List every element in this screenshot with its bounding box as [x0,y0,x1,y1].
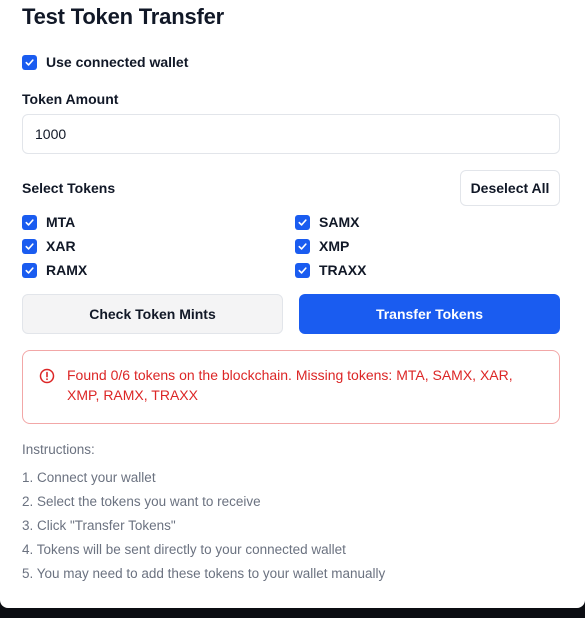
token-label: SAMX [319,214,360,230]
token-checkbox-mta[interactable]: MTA [22,214,75,230]
alert-circle-icon [39,368,55,384]
checkbox-checked-icon[interactable] [22,238,37,254]
token-label: TRAXX [319,262,367,278]
deselect-all-button[interactable]: Deselect All [460,170,560,206]
token-label: MTA [46,214,76,230]
use-connected-wallet-checkbox[interactable]: Use connected wallet [22,54,188,70]
use-connected-wallet-label: Use connected wallet [46,54,189,70]
instruction-step: 2. Select the tokens you want to receive [22,494,261,509]
token-label: XMP [319,238,350,254]
error-message: Found 0/6 tokens on the blockchain. Miss… [67,367,513,403]
token-checkbox-xmp[interactable]: XMP [295,238,349,254]
token-amount-input[interactable] [22,114,560,154]
instruction-step: 3. Click "Transfer Tokens" [22,518,176,533]
token-checkbox-xar[interactable]: XAR [22,238,76,254]
token-label: XAR [46,238,76,254]
instruction-step: 5. You may need to add these tokens to y… [22,566,386,581]
token-amount-label: Token Amount [22,91,119,107]
error-alert: Found 0/6 tokens on the blockchain. Miss… [22,350,560,424]
token-checkbox-ramx[interactable]: RAMX [22,262,87,278]
token-label: RAMX [46,262,88,278]
token-checkbox-samx[interactable]: SAMX [295,214,359,230]
checkbox-checked-icon[interactable] [295,238,310,254]
select-tokens-label: Select Tokens [22,180,116,196]
checkbox-checked-icon[interactable] [22,262,37,278]
instructions-heading: Instructions: [22,442,95,457]
checkbox-checked-icon[interactable] [22,54,37,70]
token-transfer-card: Test Token Transfer Use connected wallet… [0,0,585,608]
instruction-step: 4. Tokens will be sent directly to your … [22,542,346,557]
checkbox-checked-icon[interactable] [295,262,310,278]
token-checkbox-traxx[interactable]: TRAXX [295,262,366,278]
instruction-step: 1. Connect your wallet [22,470,156,485]
check-token-mints-button[interactable]: Check Token Mints [22,294,283,334]
token-list: MTA SAMX XAR XMP RAMX TRAXX [22,212,562,284]
checkbox-checked-icon[interactable] [295,214,310,230]
page-title: Test Token Transfer [22,4,224,29]
transfer-tokens-button[interactable]: Transfer Tokens [299,294,560,334]
checkbox-checked-icon[interactable] [22,214,37,230]
